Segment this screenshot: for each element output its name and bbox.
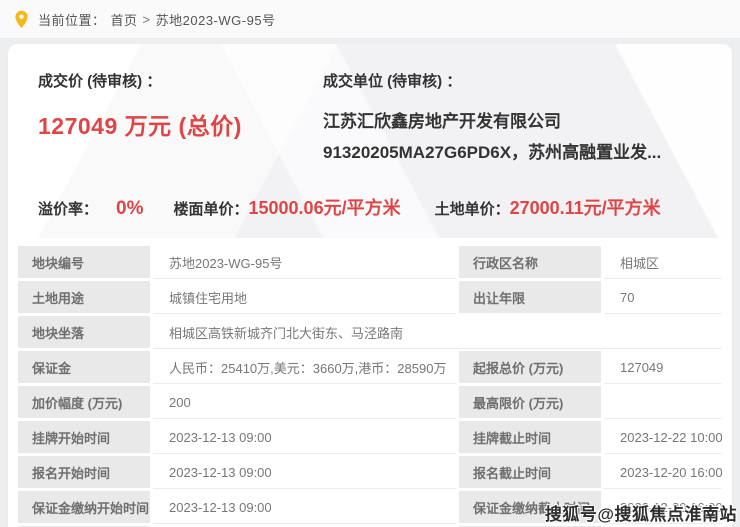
field-value: 城镇住宅用地 bbox=[153, 281, 456, 314]
deal-unit-name-line2: 91320205MA27G6PD6X，苏州高融置业发... bbox=[323, 138, 714, 169]
breadcrumb: 当前位置： 首页 > 苏地2023-WG-95号 bbox=[0, 0, 740, 38]
field-label: 出让年限 bbox=[459, 281, 601, 314]
floor-price-value: 15000.06元/平方米 bbox=[249, 194, 401, 220]
field-label: 挂牌截止时间 bbox=[459, 421, 601, 454]
field-value: 2023-12-13 09:00 bbox=[153, 491, 456, 524]
field-label: 地块坐落 bbox=[18, 316, 150, 349]
watermark-text: 搜狐号@搜狐焦点淮南站 bbox=[545, 500, 737, 525]
breadcrumb-home-link[interactable]: 首页 bbox=[111, 10, 138, 29]
field-value: 相城区 bbox=[604, 246, 722, 279]
field-label: 报名开始时间 bbox=[18, 456, 150, 489]
deal-price-label: 成交价 (待审核) ： bbox=[38, 70, 323, 91]
premium-rate-label: 溢价率： bbox=[38, 198, 98, 219]
field-value: 相城区高铁新城齐门北大街东、马泾路南 bbox=[153, 316, 722, 349]
deal-summary-section: 成交价 (待审核) ： 127049 万元 (总价) 成交单位 (待审核) ： … bbox=[8, 44, 732, 238]
land-price-label: 土地单价： bbox=[435, 198, 510, 219]
location-pin-icon bbox=[14, 10, 29, 29]
field-label: 行政区名称 bbox=[459, 246, 601, 279]
field-label: 最高限价 (万元) bbox=[459, 386, 601, 419]
deal-price-block: 成交价 (待审核) ： 127049 万元 (总价) bbox=[38, 70, 323, 168]
field-value: 2023-12-20 16:00 bbox=[604, 456, 722, 489]
field-value bbox=[604, 386, 722, 419]
floor-price-label: 楼面单价： bbox=[173, 198, 248, 219]
field-value: 70 bbox=[604, 281, 722, 314]
field-label: 报名截止时间 bbox=[459, 456, 601, 489]
field-value: 2023-12-13 09:00 bbox=[153, 421, 456, 454]
field-value: 2023-12-13 09:00 bbox=[153, 456, 456, 489]
field-value: 200 bbox=[153, 386, 456, 419]
breadcrumb-separator: > bbox=[143, 12, 151, 27]
field-value: 苏地2023-WG-95号 bbox=[153, 246, 456, 279]
field-label: 挂牌开始时间 bbox=[18, 421, 150, 454]
land-price-value: 27000.11元/平方米 bbox=[510, 194, 661, 220]
deal-price-value: 127049 万元 (总价) bbox=[38, 107, 323, 141]
price-stats-row: 溢价率： 0% 楼面单价： 15000.06元/平方米 土地单价： 27000.… bbox=[38, 194, 714, 220]
deal-unit-block: 成交单位 (待审核) ： 江苏汇欣鑫房地产开发有限公司 91320205MA27… bbox=[323, 70, 714, 168]
deal-unit-label: 成交单位 (待审核) ： bbox=[323, 70, 714, 91]
info-table: 地块编号苏地2023-WG-95号行政区名称相城区土地用途城镇住宅用地出让年限7… bbox=[18, 246, 722, 527]
field-value: 人民币：25410万,美元：3660万,港币：28590万 bbox=[153, 351, 456, 384]
deal-unit-name-line1: 江苏汇欣鑫房地产开发有限公司 bbox=[323, 107, 714, 138]
land-parcel-card: 成交价 (待审核) ： 127049 万元 (总价) 成交单位 (待审核) ： … bbox=[8, 44, 732, 527]
field-value: 2023-12-22 10:00 bbox=[604, 421, 722, 454]
field-label: 加价幅度 (万元) bbox=[18, 386, 150, 419]
field-label: 起报总价 (万元) bbox=[459, 351, 601, 384]
field-value: 127049 bbox=[604, 351, 722, 384]
field-label: 保证金 bbox=[18, 351, 150, 384]
field-label: 土地用途 bbox=[18, 281, 150, 314]
breadcrumb-current: 苏地2023-WG-95号 bbox=[156, 10, 276, 29]
field-label: 地块编号 bbox=[18, 246, 150, 279]
premium-rate-value: 0% bbox=[116, 198, 143, 220]
breadcrumb-prefix: 当前位置： bbox=[38, 10, 106, 29]
field-label: 保证金缴纳开始时间 bbox=[18, 491, 150, 524]
